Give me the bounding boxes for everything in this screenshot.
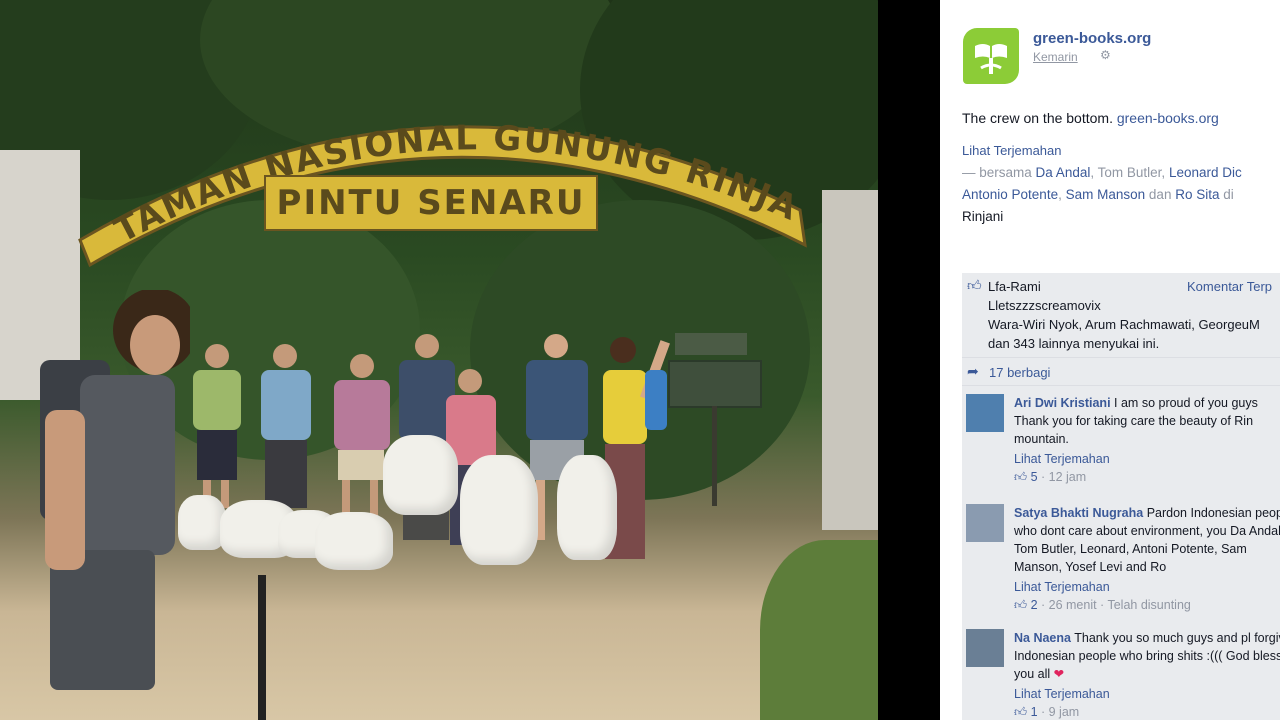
trash-bag <box>460 455 538 565</box>
trash-bag <box>557 455 617 560</box>
globe-icon: ⚙ <box>1100 48 1111 62</box>
location-text[interactable]: Rinjani <box>962 209 1003 224</box>
thumbs-up-icon: 👍︎ <box>1014 598 1028 612</box>
tag-at: di <box>1223 187 1234 202</box>
avatar[interactable] <box>966 629 1004 667</box>
tagged-person[interactable]: Da Andal <box>1036 165 1091 180</box>
comment-time[interactable]: 12 jam <box>1049 470 1087 484</box>
post-sidebar: green-books.org Kemarin ⚙ The crew on th… <box>940 0 1280 720</box>
lightbox-divider <box>878 0 940 720</box>
page-avatar[interactable] <box>963 28 1019 84</box>
comment-like-count[interactable]: 5 <box>1031 470 1038 484</box>
thumbs-up-icon: 👍︎ <box>1014 470 1028 484</box>
see-translation-link[interactable]: Lihat Terjemahan <box>1014 578 1280 596</box>
hiker <box>261 344 311 508</box>
comment: Ari Dwi Kristiani I am so proud of you g… <box>962 388 1280 498</box>
comment-meta: Lihat Terjemahan 👍︎ 2 · 26 menit · Telah… <box>1014 578 1280 614</box>
like-count-text[interactable]: dan 343 lainnya menyukai ini. <box>988 334 1280 353</box>
comment-like-count[interactable]: 1 <box>1031 705 1038 719</box>
book-logo-icon <box>975 44 1007 74</box>
likes-summary: 👍︎ Lfa-Rami Lletszzzscreamovix Wara-Wiri… <box>962 273 1280 358</box>
comment-author[interactable]: Ari Dwi Kristiani <box>1014 396 1111 410</box>
share-count[interactable]: 17 berbagi <box>989 365 1050 380</box>
tagged-person[interactable]: Antonio Potente <box>962 187 1058 202</box>
tag-prefix: — bersama <box>962 165 1032 180</box>
tagged-person[interactable]: Leonard Dic <box>1169 165 1242 180</box>
trash-bag <box>178 495 226 550</box>
feedback-section: 👍︎ Lfa-Rami Lletszzzscreamovix Wara-Wiri… <box>962 273 1280 720</box>
comment-meta: Lihat Terjemahan 👍︎ 1 · 9 jam <box>1014 685 1280 720</box>
right-pillar <box>822 190 878 530</box>
caption-link[interactable]: green-books.org <box>1117 110 1219 126</box>
comment: Na Naena Thank you so much guys and pl f… <box>962 623 1280 720</box>
like-name[interactable]: Lletszzzscreamovix <box>988 296 1280 315</box>
tagged-people: — bersama Da Andal, Tom Butler, Leonard … <box>962 165 1242 224</box>
hiker-foreground <box>40 290 190 690</box>
comment-body: Ari Dwi Kristiani I am so proud of you g… <box>1014 394 1280 486</box>
edited-label[interactable]: Telah disunting <box>1107 598 1190 612</box>
info-board-small <box>675 333 747 355</box>
post-photo[interactable]: TAMAN NASIONAL GUNUNG RINJANI PINTU SENA… <box>0 0 878 720</box>
share-icon: ➦ <box>967 363 979 379</box>
see-translation-link[interactable]: Lihat Terjemahan <box>1014 685 1280 703</box>
page-name-link[interactable]: green-books.org <box>1033 30 1151 47</box>
comment-time[interactable]: 26 menit <box>1049 598 1097 612</box>
gate-sign: PINTU SENARU <box>264 175 598 231</box>
thumbs-up-icon: 👍︎ <box>1014 705 1028 719</box>
heart-icon: ❤ <box>1053 667 1065 681</box>
avatar[interactable] <box>966 394 1004 432</box>
tagged-person[interactable]: Tom Butler <box>1098 165 1162 180</box>
board-post <box>712 406 717 506</box>
trash-bag <box>383 435 458 515</box>
hiker <box>193 344 241 508</box>
caption-text: The crew on the bottom. <box>962 110 1113 126</box>
like-names-list[interactable]: Wara-Wiri Nyok, Arum Rachmawati, Georgeu… <box>988 315 1280 334</box>
see-translation-link[interactable]: Lihat Terjemahan <box>1014 450 1280 468</box>
see-translation-link[interactable]: Lihat Terjemahan <box>962 143 1062 158</box>
trash-bag <box>315 512 393 570</box>
comment-meta: Lihat Terjemahan 👍︎ 5 · 12 jam <box>1014 450 1280 486</box>
tag-and: dan <box>1148 187 1172 202</box>
comment: Satya Bhakti Nugraha Pardon Indonesian p… <box>962 498 1280 623</box>
post-caption: The crew on the bottom. green-books.org <box>962 110 1219 126</box>
tagged-person[interactable]: Ro Sita <box>1175 187 1219 202</box>
tagged-person[interactable]: Sam Manson <box>1066 187 1146 202</box>
post-timestamp[interactable]: Kemarin <box>1033 50 1078 64</box>
comment-body: Na Naena Thank you so much guys and pl f… <box>1014 629 1280 720</box>
comment-link[interactable]: Komentar Terp <box>1187 279 1272 294</box>
bush <box>760 540 878 720</box>
comment-author[interactable]: Na Naena <box>1014 631 1071 645</box>
thumbs-up-icon: 👍︎ <box>967 277 982 293</box>
gate-sign-text: PINTU SENARU <box>276 183 586 223</box>
avatar[interactable] <box>966 504 1004 542</box>
comment-body: Satya Bhakti Nugraha Pardon Indonesian p… <box>1014 504 1280 614</box>
tripod <box>258 575 266 720</box>
shares-row: ➦ 17 berbagi <box>962 357 1280 386</box>
comment-time[interactable]: 9 jam <box>1049 705 1080 719</box>
comment-like-count[interactable]: 2 <box>1031 598 1038 612</box>
comment-author[interactable]: Satya Bhakti Nugraha <box>1014 506 1143 520</box>
